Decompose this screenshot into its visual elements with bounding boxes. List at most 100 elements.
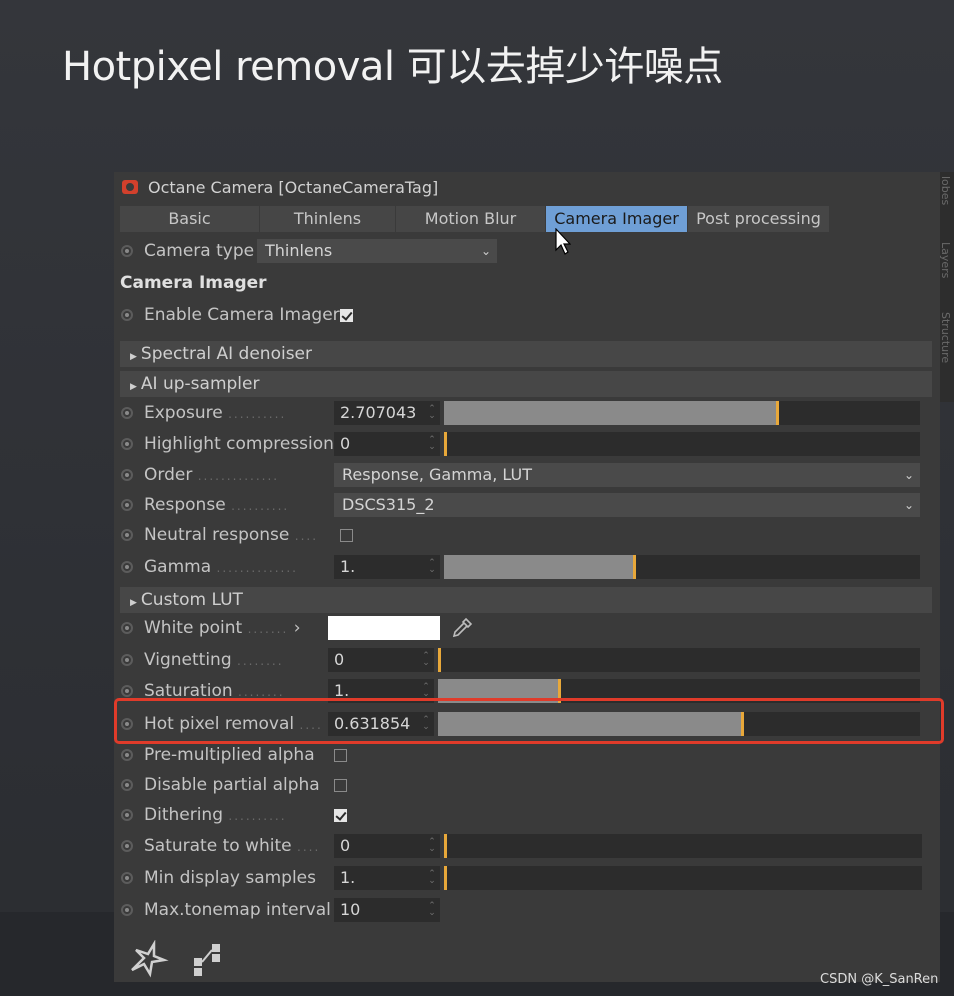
enable-imager-anim-icon[interactable] — [121, 309, 133, 321]
tab-basic[interactable]: Basic — [120, 206, 260, 232]
neutral-label: Neutral response .... — [144, 525, 319, 545]
min-samples-row: Min display samples 1. ⌃ ⌄ — [114, 864, 940, 892]
side-tab-structure[interactable]: Structure — [940, 312, 952, 363]
section-spectral-label: Spectral AI denoiser — [140, 344, 313, 364]
help-icon[interactable] — [126, 940, 170, 980]
neutral-anim-icon[interactable] — [121, 529, 133, 541]
spinner-icon[interactable]: ⌃ ⌄ — [428, 902, 436, 918]
gamma-input[interactable]: 1. ⌃ ⌄ — [334, 555, 440, 579]
vignetting-anim-icon[interactable] — [121, 654, 133, 666]
camera-type-value: Thinlens — [265, 241, 333, 260]
response-select[interactable]: DSCS315_2 ⌄ — [334, 493, 920, 517]
vignetting-row: Vignetting ........ 0 ⌃ ⌄ — [114, 646, 940, 674]
order-select[interactable]: Response, Gamma, LUT ⌄ — [334, 463, 920, 487]
triangle-right-icon: ▶ — [130, 352, 137, 362]
enable-imager-checkbox[interactable] — [340, 308, 353, 322]
dithering-checkbox[interactable] — [334, 808, 347, 822]
slider-handle[interactable] — [444, 866, 447, 890]
bottom-toolbar — [126, 940, 230, 980]
side-tab-layers[interactable]: Layers — [940, 242, 952, 278]
white-point-row: White point ....... › — [114, 614, 940, 642]
gamma-anim-icon[interactable] — [121, 561, 133, 573]
tab-thinlens[interactable]: Thinlens — [260, 206, 396, 232]
slider-handle[interactable] — [776, 401, 779, 425]
saturate-white-slider[interactable] — [444, 834, 922, 858]
min-samples-input[interactable]: 1. ⌃ ⌄ — [334, 866, 440, 890]
highlight-anim-icon[interactable] — [121, 438, 133, 450]
highlight-value: 0 — [340, 434, 351, 453]
side-tab-lobes[interactable]: lobes — [940, 176, 952, 205]
saturation-anim-icon[interactable] — [121, 685, 133, 697]
triangle-right-icon: ▶ — [130, 598, 137, 608]
exposure-anim-icon[interactable] — [121, 407, 133, 419]
camera-type-label: Camera type — [144, 241, 255, 261]
min-samples-label: Min display samples — [144, 868, 317, 888]
gamma-slider[interactable] — [444, 555, 920, 579]
side-tab-strip[interactable]: lobes Layers Structure — [940, 172, 954, 402]
spinner-icon[interactable]: ⌃ ⌄ — [428, 436, 436, 452]
partial-alpha-checkbox[interactable] — [334, 778, 347, 792]
spinner-icon[interactable]: ⌃ ⌄ — [428, 405, 436, 421]
octane-camera-panel: Octane Camera [OctaneCameraTag] Basic Th… — [114, 172, 940, 982]
vignetting-slider[interactable] — [438, 648, 920, 672]
spinner-icon[interactable]: ⌃ ⌄ — [422, 683, 430, 699]
slider-handle[interactable] — [633, 555, 636, 579]
vignetting-label: Vignetting ........ — [144, 650, 284, 670]
max-tonemap-row: Max.tonemap interval 10 ⌃ ⌄ — [114, 896, 940, 924]
saturate-white-row: Saturate to white .... 0 ⌃ ⌄ — [114, 832, 940, 860]
camera-type-select[interactable]: Thinlens ⌄ — [257, 239, 497, 263]
dithering-label: Dithering .......... — [144, 805, 287, 825]
order-anim-icon[interactable] — [121, 469, 133, 481]
max-tonemap-input[interactable]: 10 ⌃ ⌄ — [334, 898, 440, 922]
exposure-input[interactable]: 2.707043 ⌃ ⌄ — [334, 401, 440, 425]
gamma-label: Gamma .............. — [144, 557, 298, 577]
eyedropper-icon[interactable] — [450, 616, 474, 640]
order-value: Response, Gamma, LUT — [342, 465, 532, 484]
section-spectral-denoiser[interactable]: ▶ Spectral AI denoiser — [120, 341, 932, 367]
dithering-anim-icon[interactable] — [121, 809, 133, 821]
slider-handle[interactable] — [444, 432, 447, 456]
saturate-white-anim-icon[interactable] — [121, 840, 133, 852]
section-custom-lut[interactable]: ▶ Custom LUT — [120, 587, 932, 613]
vignetting-input[interactable]: 0 ⌃ ⌄ — [328, 648, 434, 672]
exposure-slider[interactable] — [444, 401, 920, 425]
spinner-icon[interactable]: ⌃ ⌄ — [428, 870, 436, 886]
tab-bar: Basic Thinlens Motion Blur Camera Imager… — [120, 206, 830, 232]
spinner-icon[interactable]: ⌃ ⌄ — [428, 559, 436, 575]
slider-handle[interactable] — [444, 834, 447, 858]
partial-alpha-anim-icon[interactable] — [121, 779, 133, 791]
layout-icon[interactable] — [190, 940, 230, 980]
max-tonemap-anim-icon[interactable] — [121, 904, 133, 916]
min-samples-slider[interactable] — [444, 866, 922, 890]
highlight-input[interactable]: 0 ⌃ ⌄ — [334, 432, 440, 456]
panel-title: Octane Camera [OctaneCameraTag] — [148, 177, 439, 197]
min-samples-anim-icon[interactable] — [121, 872, 133, 884]
response-value: DSCS315_2 — [342, 495, 435, 514]
highlight-slider[interactable] — [444, 432, 920, 456]
section-ai-upsampler[interactable]: ▶ AI up-sampler — [120, 371, 932, 397]
tab-motion-blur[interactable]: Motion Blur — [396, 206, 546, 232]
camera-type-anim-icon[interactable] — [121, 245, 133, 257]
gamma-value: 1. — [340, 557, 356, 576]
premult-row: Pre-multiplied alpha — [114, 741, 940, 769]
tab-post-processing[interactable]: Post processing — [688, 206, 830, 232]
white-point-label: White point ....... › — [144, 618, 301, 638]
chevron-down-icon: ⌄ — [903, 468, 914, 482]
dithering-row: Dithering .......... — [114, 801, 940, 829]
neutral-checkbox[interactable] — [340, 528, 353, 542]
spinner-icon[interactable]: ⌃ ⌄ — [422, 652, 430, 668]
spinner-icon[interactable]: ⌃ ⌄ — [428, 838, 436, 854]
saturate-white-input[interactable]: 0 ⌃ ⌄ — [334, 834, 440, 858]
enable-imager-label: Enable Camera Imager — [144, 305, 340, 325]
white-point-swatch[interactable] — [328, 616, 440, 640]
order-label: Order .............. — [144, 465, 280, 485]
response-row: Response .......... DSCS315_2 ⌄ — [114, 491, 940, 519]
slider-handle[interactable] — [438, 648, 441, 672]
premult-anim-icon[interactable] — [121, 749, 133, 761]
white-point-anim-icon[interactable] — [121, 622, 133, 634]
saturate-white-value: 0 — [340, 836, 351, 855]
max-tonemap-label: Max.tonemap interval — [144, 900, 331, 920]
camera-icon — [122, 180, 138, 194]
response-anim-icon[interactable] — [121, 499, 133, 511]
premult-checkbox[interactable] — [334, 748, 347, 762]
